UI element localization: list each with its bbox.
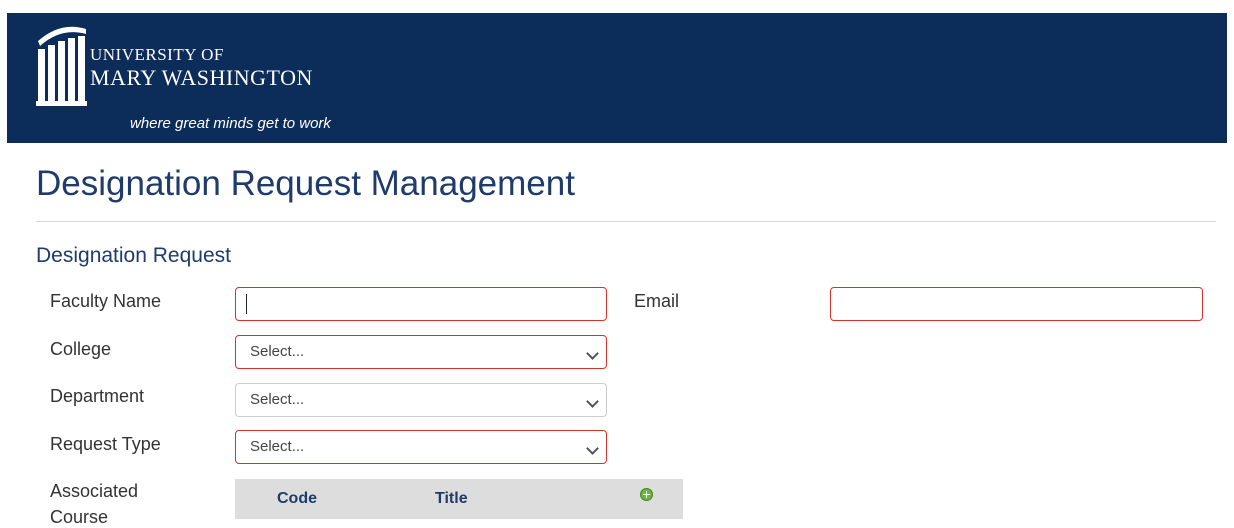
page-title: Designation Request Management	[36, 164, 575, 203]
title-divider	[36, 221, 1216, 222]
faculty-name-label: Faculty Name	[50, 291, 162, 311]
text-cursor	[246, 294, 247, 314]
college-label: College	[50, 339, 112, 359]
university-logo[interactable]: UNIVERSITY OF MARY WASHINGTON where grea…	[34, 23, 369, 138]
email-label: Email	[634, 291, 680, 311]
department-label: Department	[50, 386, 145, 406]
columns-logo-icon	[36, 26, 87, 106]
chevron-down-icon	[586, 395, 599, 408]
plus-circle-icon[interactable]	[640, 488, 653, 501]
section-title: Designation Request	[36, 244, 231, 267]
logo-tagline: where great minds get to work	[130, 115, 331, 132]
request-type-select[interactable]: Select...	[235, 430, 607, 464]
chevron-down-icon	[586, 442, 599, 455]
department-select[interactable]: Select...	[235, 383, 607, 417]
associated-course-table-header: Code Title	[235, 479, 683, 519]
request-type-select-value: Select...	[250, 438, 305, 455]
column-header-title[interactable]: Title	[435, 490, 468, 508]
chevron-down-icon	[586, 347, 599, 360]
header-banner: UNIVERSITY OF MARY WASHINGTON where grea…	[7, 13, 1227, 143]
logo-text-line1: UNIVERSITY OF	[90, 45, 224, 64]
associated-course-label-line2: Course	[50, 507, 109, 527]
request-type-label: Request Type	[50, 434, 161, 454]
faculty-name-input[interactable]	[235, 287, 607, 321]
department-select-value: Select...	[250, 391, 305, 408]
college-select[interactable]: Select...	[235, 335, 607, 369]
logo-text-line2: MARY WASHINGTON	[90, 65, 313, 90]
column-header-code[interactable]: Code	[277, 490, 317, 508]
college-select-value: Select...	[250, 343, 305, 360]
email-input[interactable]	[830, 287, 1203, 321]
associated-course-label-line1: Associated	[50, 481, 139, 501]
